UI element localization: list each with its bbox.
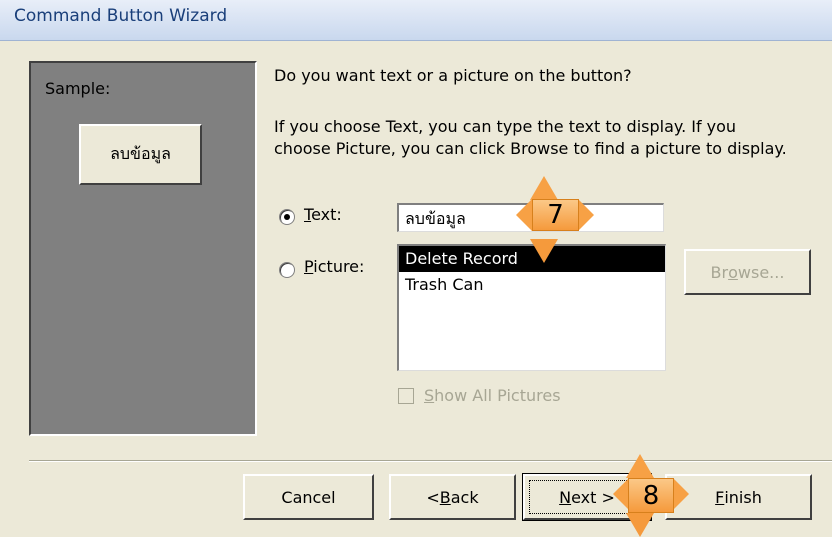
callout-8-number: 8 — [642, 480, 660, 511]
sample-button-text: ลบข้อมูล — [110, 144, 171, 163]
title-bar: Command Button Wizard — [0, 0, 832, 41]
callout-7-arrow-down — [530, 239, 558, 263]
show-all-mnemonic: S — [424, 386, 435, 405]
window-title: Command Button Wizard — [14, 6, 228, 26]
callout-7-arrow-left — [516, 199, 532, 231]
back-label-pre: < — [426, 487, 440, 507]
browse-label-pre: Br — [710, 262, 729, 282]
sample-panel: Sample: ลบข้อมูล — [29, 61, 257, 436]
callout-step-7: 7 — [532, 199, 579, 231]
question-text: Do you want text or a picture on the but… — [274, 66, 632, 85]
radio-selected-dot — [284, 214, 290, 220]
cancel-button[interactable]: Cancel — [243, 474, 374, 520]
browse-mnemonic: o — [728, 262, 738, 282]
back-mnemonic: B — [439, 487, 451, 507]
callout-7-arrow-up — [530, 176, 558, 200]
text-radio[interactable] — [279, 209, 295, 225]
callout-8-arrow-up — [626, 454, 654, 478]
finish-mnemonic: F — [715, 487, 725, 507]
text-label-rest: ext: — [311, 205, 342, 224]
callout-7-arrow-right — [578, 199, 594, 231]
callout-8-arrow-right — [673, 478, 689, 510]
finish-label-post: inish — [724, 487, 762, 507]
picture-radio-label[interactable]: Picture: — [304, 257, 364, 276]
text-radio-label[interactable]: Text: — [304, 205, 342, 224]
button-text-value: ลบข้อมูล — [405, 209, 466, 228]
callout-7-number: 7 — [547, 200, 564, 230]
callout-step-8: 8 — [628, 478, 674, 513]
picture-label-rest: icture: — [313, 257, 365, 276]
show-all-label-rest: how All Pictures — [434, 386, 561, 405]
callout-8-arrow-left — [613, 478, 629, 510]
instructions-line-1: If you choose Text, you can type the tex… — [274, 117, 737, 136]
browse-button[interactable]: Br o wse... — [684, 249, 811, 295]
list-item-trash-can[interactable]: Trash Can — [399, 272, 665, 298]
footer-divider — [29, 460, 832, 462]
instructions-line-2: choose Picture, you can click Browse to … — [274, 139, 787, 158]
back-label-post: ack — [450, 487, 479, 507]
picture-listbox[interactable]: Delete Record Trash Can — [397, 244, 666, 371]
sample-label: Sample: — [45, 79, 111, 98]
cancel-label: Cancel — [281, 487, 336, 507]
text-mnemonic: T — [304, 205, 312, 224]
callout-8-arrow-down — [626, 513, 654, 537]
show-all-pictures-checkbox[interactable] — [398, 388, 414, 404]
show-all-pictures-label[interactable]: Show All Pictures — [424, 386, 561, 405]
sample-button-preview: ลบข้อมูล — [79, 124, 202, 185]
back-button[interactable]: < Back — [389, 474, 516, 520]
browse-label-post: wse... — [737, 262, 785, 282]
picture-radio[interactable] — [279, 262, 295, 278]
picture-mnemonic: P — [304, 257, 314, 276]
